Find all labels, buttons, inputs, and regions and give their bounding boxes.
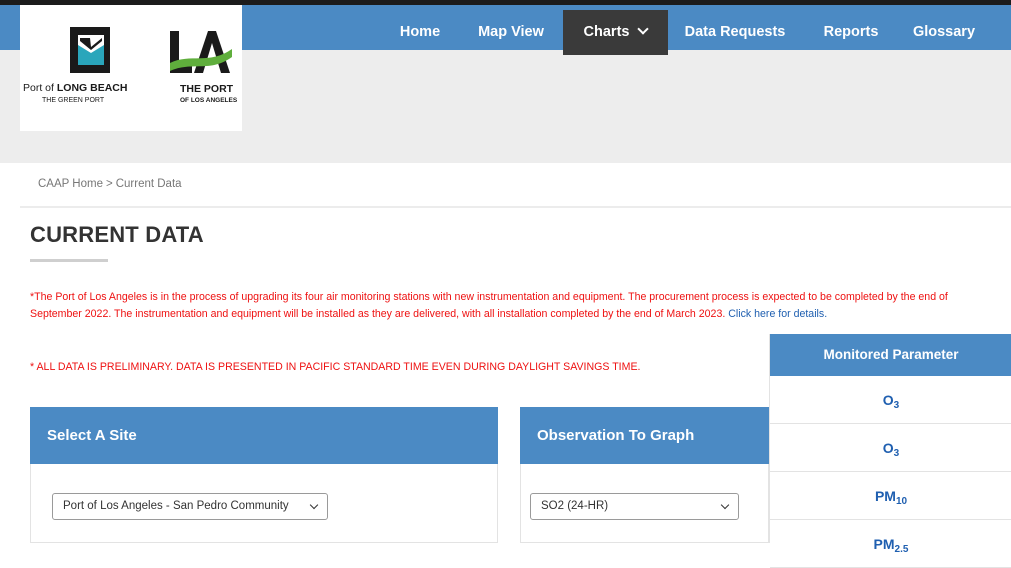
nav-charts-label: Charts — [583, 24, 630, 40]
logo-area: Port of LONG BEACH THE GREEN PORT THE PO… — [20, 5, 242, 131]
parameter-name: PM — [874, 488, 896, 504]
breadcrumb-home-link[interactable]: CAAP Home — [38, 178, 103, 190]
observation-select-value: SO2 (24-HR) — [541, 500, 609, 512]
breadcrumb-separator: > — [105, 178, 113, 190]
nav-map-view[interactable]: Map View — [466, 10, 556, 55]
parameter-subscript: 2.5 — [894, 544, 909, 555]
parameter-row[interactable]: PM10 — [770, 472, 1011, 520]
nav-data-requests-label: Data Requests — [684, 24, 786, 40]
chevron-down-icon — [309, 500, 319, 510]
observation-select[interactable]: SO2 (24-HR) — [530, 493, 739, 520]
chevron-down-icon — [637, 23, 650, 35]
nav-charts[interactable]: Charts — [563, 10, 668, 55]
parameter-subscript: 10 — [895, 496, 908, 507]
preliminary-data-notice: * ALL DATA IS PRELIMINARY. DATA IS PRESE… — [30, 361, 641, 373]
nav-map-view-label: Map View — [478, 24, 544, 40]
monitored-parameter-table: Monitored Parameter O3 O3 PM10 PM2.5 — [769, 334, 1011, 568]
svg-text:OF LOS ANGELES: OF LOS ANGELES — [180, 97, 238, 104]
upgrade-notice: *The Port of Los Angeles is in the proce… — [30, 289, 980, 323]
title-underline — [30, 259, 108, 262]
breadcrumb-current: Current Data — [115, 178, 182, 190]
svg-text:Port of LONG BEACH: Port of LONG BEACH — [23, 82, 127, 94]
nav-glossary-label: Glossary — [912, 24, 976, 40]
parameter-name: PM — [873, 536, 895, 552]
site-panel-header: Select A Site — [30, 407, 498, 464]
site-select-value: Port of Los Angeles - San Pedro Communit… — [63, 500, 289, 512]
parameter-table-header: Monitored Parameter — [770, 334, 1011, 376]
port-la-logo-icon — [170, 31, 232, 73]
parameter-row[interactable]: O3 — [770, 376, 1011, 424]
nav-reports[interactable]: Reports — [812, 10, 890, 55]
port-logos: Port of LONG BEACH THE GREEN PORT THE PO… — [23, 27, 238, 104]
breadcrumb-divider — [20, 206, 1011, 208]
parameter-row[interactable]: PM2.5 — [770, 520, 1011, 568]
nav-home-label: Home — [399, 24, 441, 40]
observation-panel-header: Observation To Graph — [520, 407, 769, 464]
details-link[interactable]: Click here for details. — [728, 308, 827, 320]
chevron-down-icon — [720, 500, 730, 510]
parameter-subscript: 3 — [893, 448, 900, 459]
nav-reports-label: Reports — [823, 24, 879, 40]
parameter-name: O — [882, 392, 894, 408]
parameter-row[interactable]: O3 — [770, 424, 1011, 472]
page-title: CURRENT DATA — [30, 222, 204, 247]
nav-data-requests[interactable]: Data Requests — [675, 10, 795, 55]
parameter-subscript: 3 — [893, 400, 900, 411]
svg-text:THE PORT: THE PORT — [180, 83, 234, 95]
nav-home[interactable]: Home — [386, 10, 454, 55]
breadcrumb: CAAP Home > Current Data — [38, 178, 182, 190]
site-select[interactable]: Port of Los Angeles - San Pedro Communit… — [52, 493, 328, 520]
parameter-name: O — [882, 440, 894, 456]
nav-glossary[interactable]: Glossary — [899, 10, 989, 55]
svg-text:THE GREEN PORT: THE GREEN PORT — [42, 97, 105, 104]
